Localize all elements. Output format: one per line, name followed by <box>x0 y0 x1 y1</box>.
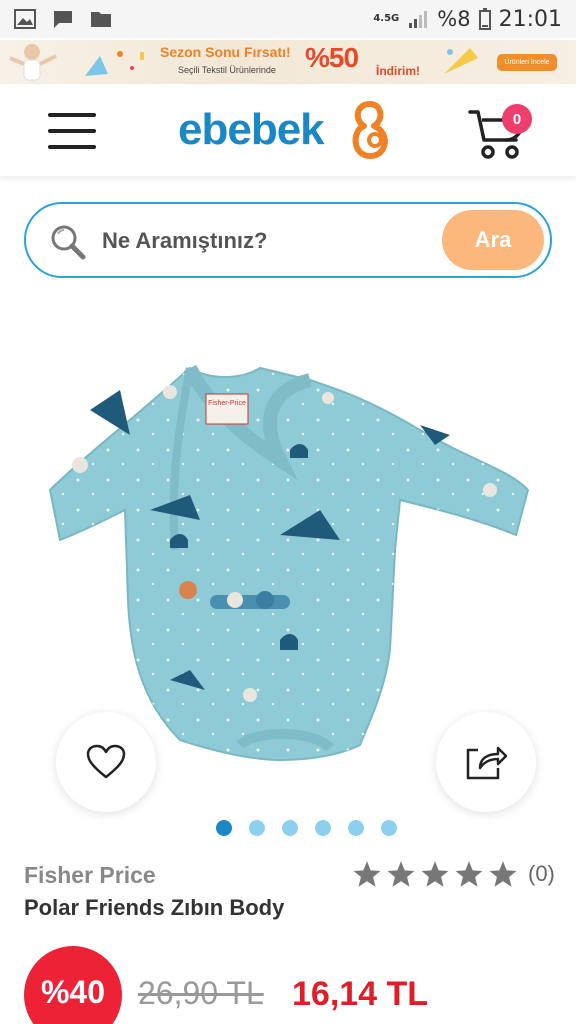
star-icon <box>489 861 517 887</box>
status-bar: 4.5G %8 21:01 <box>0 0 576 38</box>
star-icon <box>387 861 415 887</box>
clock: 21:01 <box>498 6 562 32</box>
star-icon <box>455 861 483 887</box>
signal-icon <box>409 11 428 28</box>
search-input[interactable] <box>102 220 432 262</box>
confetti-decoration-right <box>444 48 478 74</box>
current-price: 16,14 TL <box>292 975 429 1013</box>
cart-count-badge[interactable]: 0 <box>502 104 532 134</box>
product-brand[interactable]: Fisher Price <box>24 862 156 889</box>
chat-icon <box>54 11 72 28</box>
image-icon <box>14 9 36 29</box>
promo-title: Sezon Sonu Fırsatı! <box>160 44 291 60</box>
ebebek-logo[interactable]: ebebek <box>178 98 400 162</box>
old-price: 26,90 TL <box>138 975 264 1011</box>
rating-stars[interactable]: (0) <box>352 860 555 888</box>
hamburger-menu-icon[interactable] <box>48 112 96 150</box>
favorite-button[interactable] <box>56 712 156 812</box>
gallery-dot[interactable] <box>216 820 232 836</box>
promo-discount-word: İndirim! <box>376 64 420 78</box>
promo-subtitle: Seçili Tekstil Ürünlerinde <box>178 65 276 75</box>
promo-percent: %50 <box>305 42 359 73</box>
gallery-dot[interactable] <box>381 820 397 836</box>
gallery-dot[interactable] <box>348 820 364 836</box>
share-icon <box>466 746 508 780</box>
product-label-text: Fisher-Price <box>208 400 246 407</box>
battery-percent: %8 <box>437 7 471 31</box>
product-name: Polar Friends Zıbın Body <box>24 895 285 920</box>
gallery-dot[interactable] <box>282 820 298 836</box>
star-icon <box>421 861 449 887</box>
confetti-decoration <box>85 51 144 76</box>
promo-cta-button[interactable]: Ürünleri İncele <box>497 54 557 71</box>
folder-icon <box>91 12 111 27</box>
baby-photo <box>9 44 57 81</box>
network-type: 4.5G <box>373 13 400 24</box>
gallery-pagination <box>216 820 397 836</box>
review-count[interactable]: (0) <box>528 861 555 887</box>
discount-badge: %40 <box>24 946 122 1024</box>
search-icon <box>51 225 86 260</box>
promo-banner[interactable]: Sezon Sonu Fırsatı! Seçili Tekstil Ürünl… <box>0 40 576 84</box>
gallery-dot[interactable] <box>315 820 331 836</box>
star-icon <box>353 861 381 887</box>
heart-icon <box>86 744 126 779</box>
search-button[interactable]: Ara <box>442 210 544 270</box>
battery-icon <box>478 8 491 30</box>
app-header: ebebek <box>0 84 576 176</box>
gallery-dot[interactable] <box>249 820 265 836</box>
share-button[interactable] <box>436 712 536 812</box>
logo-text: ebebek <box>178 105 325 154</box>
